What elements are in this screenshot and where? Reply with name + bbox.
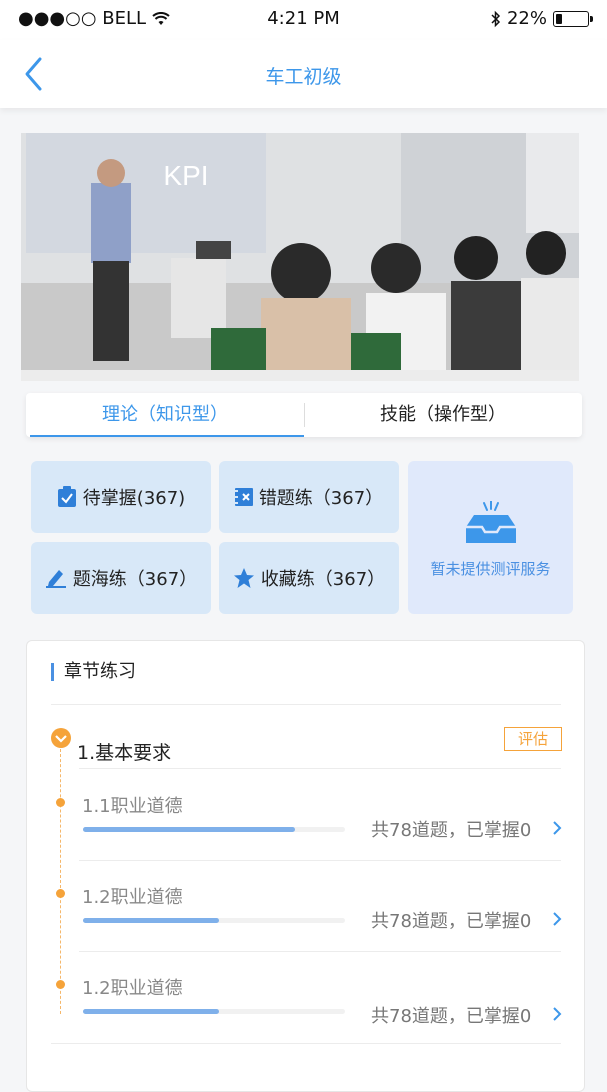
progress-fill	[83, 1009, 220, 1014]
chevron-right-icon	[553, 821, 562, 835]
timeline-dot	[56, 798, 65, 807]
progress-bar	[83, 918, 345, 923]
progress-fill	[83, 918, 220, 923]
item-title: 1.1职业道德	[82, 796, 183, 817]
status-right: 22%	[491, 8, 593, 29]
tile-label: 错题练（367）	[258, 488, 384, 509]
divider	[51, 1043, 561, 1044]
tile-label: 收藏练（367）	[260, 569, 386, 590]
notebook-x-icon	[234, 488, 253, 506]
bluetooth-icon	[491, 10, 501, 27]
kpi-sign: KPI	[163, 160, 208, 191]
section-title[interactable]: 1.基本要求	[77, 738, 171, 765]
edit-pen-icon	[45, 570, 66, 588]
list-item[interactable]: 1.2职业道德 共78道题，已掌握0	[27, 962, 584, 1042]
divider	[79, 951, 561, 952]
progress-fill	[83, 827, 296, 832]
progress-bar	[83, 1009, 345, 1014]
section-check-icon	[51, 728, 71, 748]
list-item[interactable]: 1.1职业道德 共78道题，已掌握0	[27, 780, 584, 860]
item-count: 共78道题，已掌握0	[371, 1006, 532, 1027]
tab-bar: 理论（知识型） 技能（操作型）	[26, 393, 582, 437]
battery-fill	[556, 13, 562, 24]
tab-skill[interactable]: 技能（操作型）	[304, 393, 582, 437]
tile-favorites[interactable]: 收藏练（367）	[219, 542, 399, 614]
item-count: 共78道题，已掌握0	[371, 820, 532, 841]
divider	[79, 768, 561, 769]
list-item[interactable]: 1.2职业道德 共78道题，已掌握0	[27, 871, 584, 951]
evaluation-text: 暂未提供测评服务	[430, 560, 551, 578]
star-icon	[233, 568, 254, 588]
status-bar: ●●●○○ BELL 4:21 PM 22%	[0, 0, 607, 40]
timeline-dot	[56, 889, 65, 898]
empty-tray-icon	[466, 501, 516, 543]
evaluation-tile[interactable]: 暂未提供测评服务	[408, 461, 573, 614]
item-count: 共78道题，已掌握0	[371, 911, 532, 932]
nav-bar: 车工初级	[0, 40, 607, 108]
course-banner: KPI	[21, 133, 579, 381]
progress-bar	[83, 827, 345, 832]
tab-theory[interactable]: 理论（知识型）	[26, 393, 304, 437]
item-title: 1.2职业道德	[82, 978, 183, 999]
chevron-right-icon	[553, 1007, 562, 1021]
tile-question-sea[interactable]: 题海练（367）	[31, 542, 211, 614]
chevron-right-icon	[553, 912, 562, 926]
divider	[51, 704, 561, 705]
evaluate-badge[interactable]: 评估	[504, 727, 562, 751]
classroom-photo: KPI	[21, 133, 579, 370]
chapter-heading: 章节练习	[51, 663, 136, 681]
tile-wrong-questions[interactable]: 错题练（367）	[219, 461, 399, 533]
timeline-dot	[56, 980, 65, 989]
battery-icon	[553, 10, 593, 27]
tile-to-master[interactable]: 待掌握(367)	[31, 461, 211, 533]
page-title: 车工初级	[265, 66, 342, 88]
battery-percent: 22%	[506, 8, 547, 29]
divider	[79, 860, 561, 861]
item-title: 1.2职业道德	[82, 887, 183, 908]
tile-label: 题海练（367）	[72, 569, 198, 590]
tile-label: 待掌握(367)	[82, 488, 186, 509]
clipboard-check-icon	[57, 486, 76, 507]
chapter-practice-card: 章节练习 1.基本要求 评估 1.1职业道德 共78道题，已掌握0 1.2职业道…	[26, 640, 585, 1092]
